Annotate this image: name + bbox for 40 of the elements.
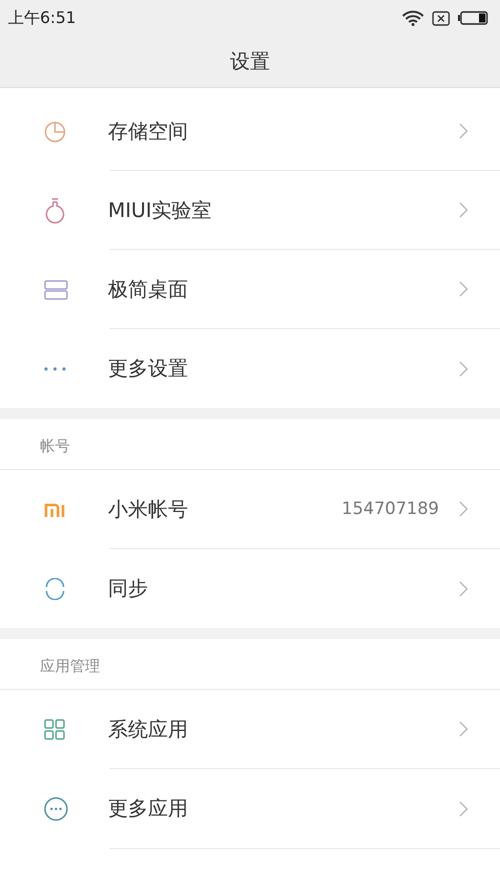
more-circle-icon [44,796,68,820]
chevron-icon [459,202,468,218]
chevron-icon [459,501,468,517]
section-header: 帐号 [40,436,70,456]
chevron-icon [459,281,468,297]
layout-icon [44,280,68,300]
chevron-icon [459,580,468,596]
settings-item[interactable]: 更多应用 [0,769,500,848]
sync-icon [44,578,66,600]
settings-item[interactable]: 更多设置 [0,329,500,408]
flask-icon [44,198,66,224]
settings-item[interactable]: 小米帐号 154707189 [0,470,500,549]
section-header: 应用管理 [40,656,100,676]
mi-logo-icon [44,502,66,516]
item-label: 同步 [108,575,148,602]
chevron-icon [459,123,468,139]
settings-item[interactable]: 系统应用 [0,690,500,769]
settings-item[interactable]: 存储空间 [0,92,500,171]
item-label: 极简桌面 [108,276,188,302]
battery-icon [458,11,488,25]
more-icon [44,366,66,370]
chevron-icon [459,360,468,376]
item-label: 更多设置 [108,355,188,382]
wifi-icon [402,10,424,26]
item-label: MIUI实验室 [108,196,212,224]
settings-item[interactable]: MIUI实验室 [0,171,500,250]
no-sim-icon [432,10,450,26]
pie-chart-icon [44,120,66,142]
page-title: 设置 [229,48,271,75]
chevron-icon [459,800,468,816]
status-time: 上午6:51 [8,8,76,28]
item-label: 系统应用 [108,716,188,742]
grid-icon [44,719,65,740]
item-label: 存储空间 [108,118,188,144]
item-label: 更多应用 [108,795,188,822]
chevron-icon [459,721,468,737]
settings-item[interactable]: 极简桌面 [0,250,500,329]
settings-item[interactable]: 同步 [0,549,500,628]
item-value: 154707189 [342,499,439,519]
item-label: 小米帐号 [108,496,188,522]
